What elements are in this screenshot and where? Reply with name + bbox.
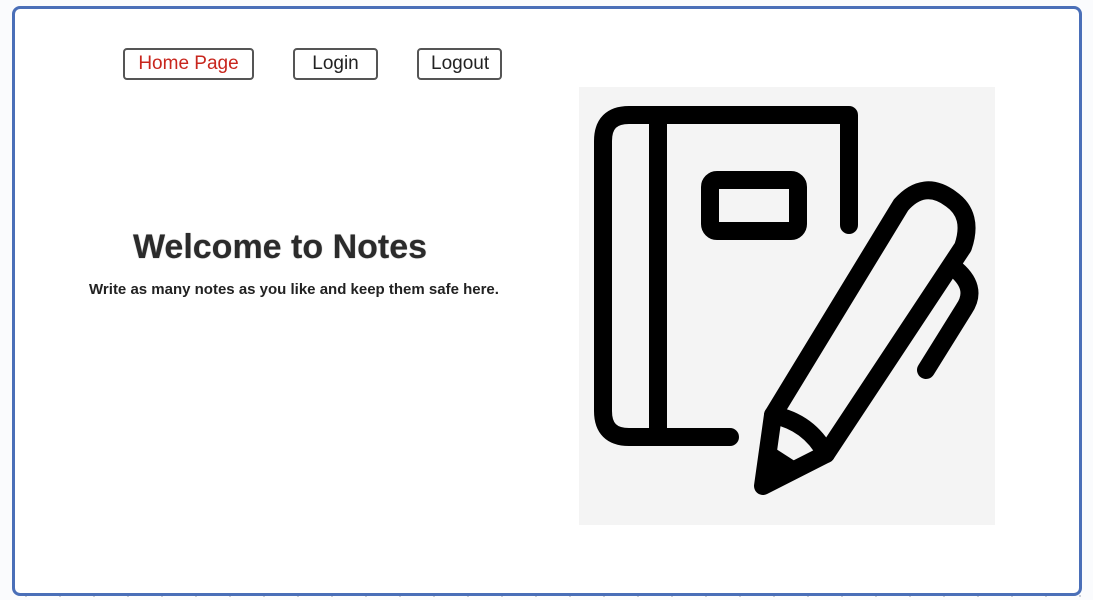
app-window: Home Page Login Logout Welcome to Notes … xyxy=(12,6,1082,596)
notes-illustration xyxy=(579,87,995,525)
logout-button[interactable]: Logout xyxy=(417,48,502,80)
page-title: Welcome to Notes xyxy=(132,228,428,266)
login-button[interactable]: Login xyxy=(293,48,378,80)
home-page-button[interactable]: Home Page xyxy=(123,48,254,80)
notebook-pen-icon xyxy=(594,106,979,495)
page-subtitle: Write as many notes as you like and keep… xyxy=(89,281,499,298)
